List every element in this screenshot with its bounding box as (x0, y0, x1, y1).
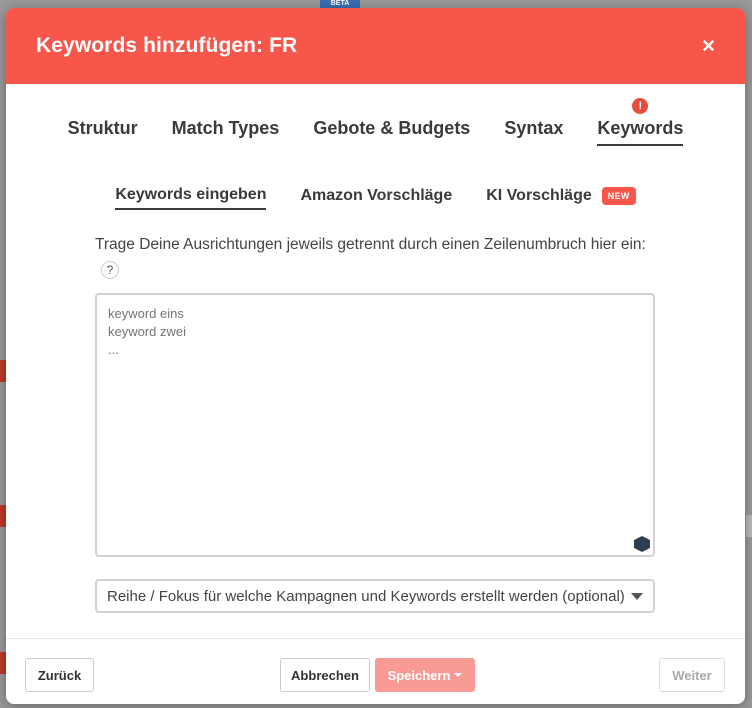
keywords-textarea[interactable] (95, 293, 655, 557)
instructions-text: Trage Deine Ausrichtungen jeweils getren… (95, 232, 655, 282)
focus-select-value: Reihe / Fokus für welche Kampagnen und K… (107, 587, 625, 605)
focus-select[interactable]: Reihe / Fokus für welche Kampagnen und K… (95, 579, 655, 613)
main-tabs: Struktur Match Types Gebote & Budgets Sy… (6, 98, 745, 146)
tab-keywords-label: Keywords (597, 118, 684, 138)
subtab-ki-vorschlaege[interactable]: KI Vorschläge NEW (486, 186, 636, 210)
beta-badge: BETA (320, 0, 360, 8)
subtab-amazon-vorschlaege[interactable]: Amazon Vorschläge (300, 186, 452, 210)
tab-match-types[interactable]: Match Types (172, 118, 280, 146)
caret-down-icon (631, 592, 643, 600)
tab-gebote-budgets[interactable]: Gebote & Budgets (313, 118, 470, 146)
tab-keywords[interactable]: ! Keywords (597, 98, 684, 146)
modal-footer: Zurück Abbrechen Speichern Weiter (6, 638, 745, 704)
modal-header: Keywords hinzufügen: FR × (6, 8, 745, 84)
background-strip (746, 515, 752, 537)
modal-title: Keywords hinzufügen: FR (36, 34, 298, 57)
next-button[interactable]: Weiter (659, 658, 725, 692)
caret-down-icon (454, 673, 463, 677)
back-button[interactable]: Zurück (25, 658, 94, 692)
close-icon[interactable]: × (702, 35, 715, 57)
tab-syntax[interactable]: Syntax (504, 118, 563, 146)
alert-icon: ! (632, 98, 649, 114)
new-badge: NEW (601, 187, 636, 205)
save-button[interactable]: Speichern (375, 658, 475, 692)
instructions-label: Trage Deine Ausrichtungen jeweils getren… (95, 236, 646, 253)
keywords-modal: Keywords hinzufügen: FR × Struktur Match… (6, 8, 745, 704)
subtab-ki-label: KI Vorschläge (486, 187, 592, 204)
subtab-keywords-eingeben[interactable]: Keywords eingeben (115, 186, 267, 210)
tab-struktur[interactable]: Struktur (68, 118, 138, 146)
sub-tabs: Keywords eingeben Amazon Vorschläge KI V… (6, 186, 745, 210)
save-button-label: Speichern (387, 667, 451, 683)
cancel-button[interactable]: Abbrechen (280, 658, 370, 692)
help-icon[interactable]: ? (101, 260, 119, 279)
